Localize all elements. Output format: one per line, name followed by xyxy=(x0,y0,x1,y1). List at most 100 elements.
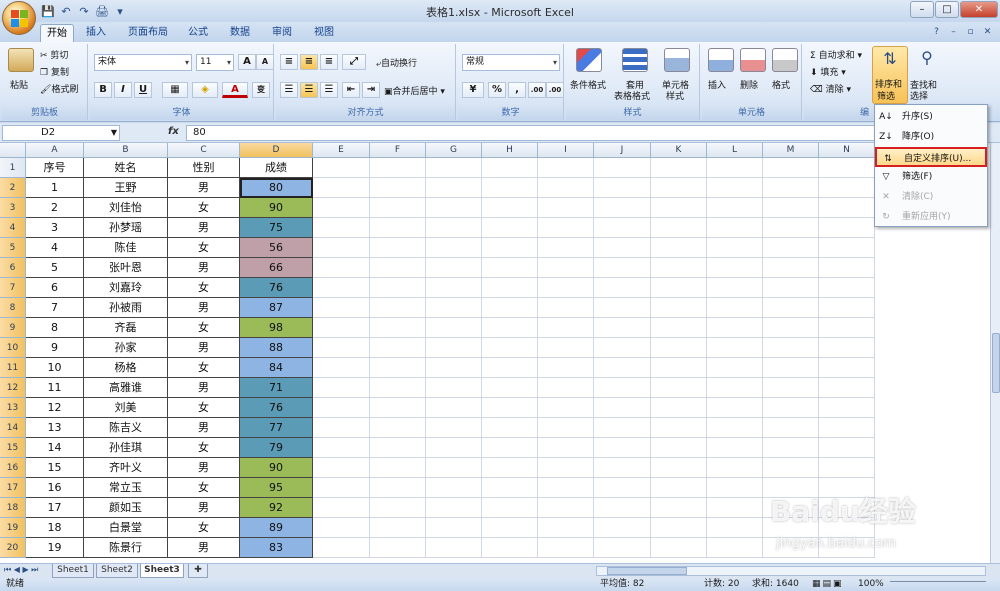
comma-button[interactable]: , xyxy=(508,82,526,98)
cell[interactable] xyxy=(707,438,763,458)
cell[interactable] xyxy=(707,298,763,318)
column-header-d[interactable]: D xyxy=(240,143,313,158)
wb-minimize-icon[interactable]: – xyxy=(947,26,960,39)
cell[interactable] xyxy=(426,178,482,198)
data-cell[interactable]: 10 xyxy=(26,358,84,378)
cell[interactable] xyxy=(763,178,819,198)
cell[interactable] xyxy=(426,358,482,378)
sort-menu-item[interactable]: Z↓ 降序(O) xyxy=(875,127,987,147)
data-cell[interactable]: 齐磊 xyxy=(84,318,168,338)
column-header-k[interactable]: K xyxy=(651,143,707,158)
data-cell[interactable]: 高雅谁 xyxy=(84,378,168,398)
number-format-select[interactable]: 常规 xyxy=(462,54,560,71)
cell[interactable] xyxy=(370,438,426,458)
column-header-m[interactable]: M xyxy=(763,143,819,158)
cell[interactable] xyxy=(651,278,707,298)
decrease-decimal-button[interactable]: .00 xyxy=(546,82,564,98)
data-cell[interactable]: 女 xyxy=(168,318,240,338)
sheet-tab-3[interactable]: Sheet3 xyxy=(140,564,184,578)
data-cell[interactable]: 齐叶义 xyxy=(84,458,168,478)
cell[interactable] xyxy=(370,538,426,558)
wrap-text-button[interactable]: ⤶自动换行 xyxy=(376,56,417,69)
cell[interactable] xyxy=(594,498,651,518)
cell[interactable] xyxy=(819,358,875,378)
cell[interactable] xyxy=(482,498,538,518)
format-as-table-icon[interactable] xyxy=(622,48,648,72)
row-header[interactable]: 20 xyxy=(0,538,26,558)
cell[interactable] xyxy=(370,358,426,378)
sort-menu-item[interactable]: A↓ 升序(S) xyxy=(875,107,987,127)
data-cell[interactable]: 女 xyxy=(168,438,240,458)
cell[interactable] xyxy=(482,178,538,198)
cell[interactable] xyxy=(482,478,538,498)
cell[interactable] xyxy=(482,298,538,318)
cell[interactable] xyxy=(426,218,482,238)
sheet-tab-2[interactable]: Sheet2 xyxy=(96,564,138,578)
column-header-j[interactable]: J xyxy=(594,143,651,158)
cell[interactable] xyxy=(594,178,651,198)
row-header[interactable]: 16 xyxy=(0,458,26,478)
sheet-tab-1[interactable]: Sheet1 xyxy=(52,564,94,578)
data-cell[interactable]: 19 xyxy=(26,538,84,558)
paste-icon[interactable] xyxy=(8,48,34,72)
cell[interactable] xyxy=(594,238,651,258)
cell[interactable] xyxy=(819,278,875,298)
data-cell[interactable]: 5 xyxy=(26,258,84,278)
header-cell[interactable]: 姓名 xyxy=(84,158,168,178)
phonetic-button[interactable]: 变 xyxy=(252,82,270,98)
cell[interactable] xyxy=(370,278,426,298)
cell[interactable] xyxy=(313,338,370,358)
score-cell[interactable]: 83 xyxy=(240,538,313,558)
cell[interactable] xyxy=(651,358,707,378)
cell[interactable] xyxy=(538,218,594,238)
data-cell[interactable]: 刘佳怡 xyxy=(84,198,168,218)
cell[interactable] xyxy=(651,498,707,518)
cell[interactable] xyxy=(482,378,538,398)
cell[interactable] xyxy=(313,438,370,458)
cell[interactable] xyxy=(594,378,651,398)
cell[interactable] xyxy=(707,498,763,518)
cell[interactable] xyxy=(482,218,538,238)
cell[interactable] xyxy=(819,378,875,398)
fill-button[interactable]: ⬇ 填充 ▾ xyxy=(810,65,846,78)
cell[interactable] xyxy=(313,318,370,338)
tab-page-layout[interactable]: 页面布局 xyxy=(120,24,176,42)
data-cell[interactable]: 王野 xyxy=(84,178,168,198)
align-center-button[interactable]: ☰ xyxy=(300,82,318,98)
sort-filter-button[interactable]: ⇅ 排序和 筛选 xyxy=(872,46,908,104)
data-cell[interactable]: 男 xyxy=(168,218,240,238)
data-cell[interactable]: 12 xyxy=(26,398,84,418)
cell[interactable] xyxy=(538,238,594,258)
row-header[interactable]: 3 xyxy=(0,198,26,218)
select-all-corner[interactable] xyxy=(0,143,26,158)
column-header-l[interactable]: L xyxy=(707,143,763,158)
data-cell[interactable]: 14 xyxy=(26,438,84,458)
score-cell[interactable]: 90 xyxy=(240,198,313,218)
cell[interactable] xyxy=(538,478,594,498)
cell[interactable] xyxy=(594,458,651,478)
cell[interactable] xyxy=(819,398,875,418)
percent-button[interactable]: % xyxy=(488,82,506,98)
minimize-button[interactable]: – xyxy=(910,1,934,18)
insert-cells-label[interactable]: 插入 xyxy=(708,78,726,91)
cell[interactable] xyxy=(426,418,482,438)
cell[interactable] xyxy=(370,398,426,418)
cell[interactable] xyxy=(370,458,426,478)
cell[interactable] xyxy=(313,518,370,538)
formula-input[interactable]: 80 xyxy=(186,125,986,141)
cell[interactable] xyxy=(482,438,538,458)
cell[interactable] xyxy=(482,338,538,358)
row-header[interactable]: 15 xyxy=(0,438,26,458)
paste-label[interactable]: 粘贴 xyxy=(10,78,28,91)
cell[interactable] xyxy=(594,358,651,378)
cell[interactable] xyxy=(707,178,763,198)
view-buttons-icon[interactable]: ▦▤▣ xyxy=(812,578,844,591)
maximize-button[interactable]: □ xyxy=(935,1,959,18)
cell[interactable] xyxy=(426,338,482,358)
cell[interactable] xyxy=(819,458,875,478)
cell[interactable] xyxy=(707,538,763,558)
tab-data[interactable]: 数据 xyxy=(222,24,258,42)
data-cell[interactable]: 男 xyxy=(168,178,240,198)
data-cell[interactable]: 7 xyxy=(26,298,84,318)
cell[interactable] xyxy=(651,258,707,278)
